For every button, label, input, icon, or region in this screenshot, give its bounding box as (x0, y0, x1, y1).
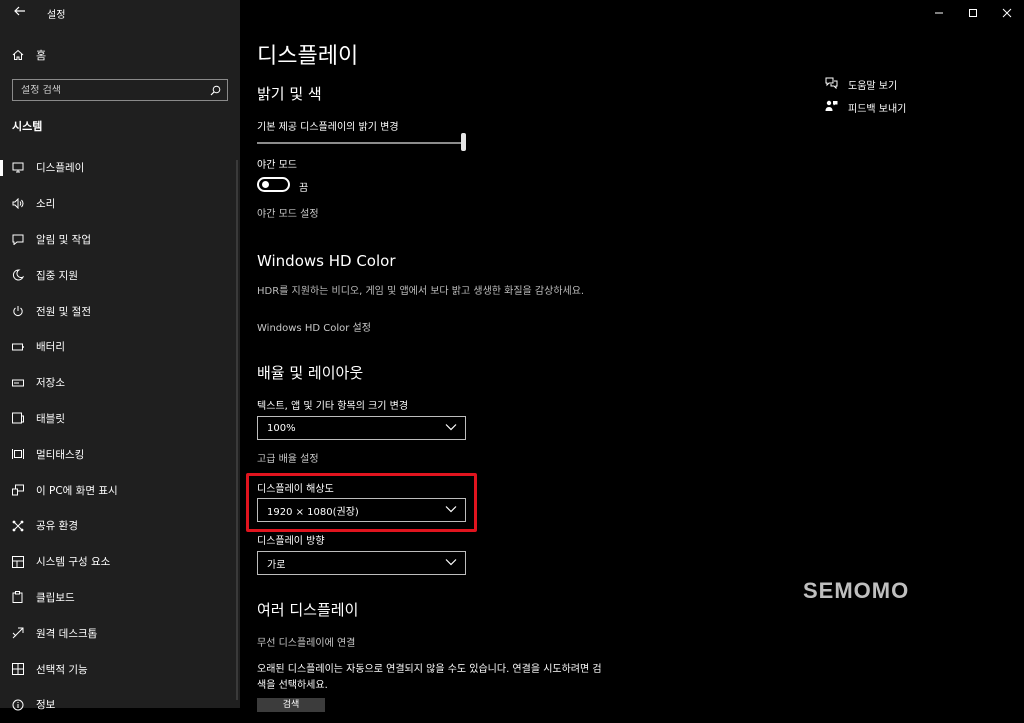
sidebar-item-about[interactable]: 정보 (0, 687, 240, 723)
home-label: 홈 (36, 49, 47, 62)
brightness-slider-thumb[interactable] (461, 133, 466, 151)
sidebar-item-label: 전원 및 절전 (36, 305, 91, 318)
night-light-state: 끔 (299, 183, 309, 194)
feedback-label: 피드백 보내기 (848, 104, 907, 115)
sidebar-item-label: 태블릿 (36, 412, 65, 425)
help-link[interactable]: 도움말 보기 (825, 77, 897, 92)
sidebar-item-multitasking[interactable]: 멀티태스킹 (0, 436, 240, 472)
scale-value: 100% (267, 422, 296, 434)
sidebar-item-shared-experiences[interactable]: 공유 환경 (0, 508, 240, 544)
power-icon (12, 305, 24, 317)
battery-icon (12, 341, 24, 353)
sidebar-item-label: 원격 데스크톱 (36, 627, 98, 640)
orientation-dropdown[interactable]: 가로 (257, 551, 466, 575)
multiple-displays-heading: 여러 디스플레이 (257, 601, 359, 619)
sidebar-item-label: 디스플레이 (36, 162, 85, 175)
tablet-icon (12, 412, 24, 424)
multitask-icon (12, 448, 24, 460)
wireless-display-link[interactable]: 무선 디스플레이에 연결 (257, 634, 355, 649)
sidebar-item-battery[interactable]: 배터리 (0, 329, 240, 365)
orientation-value: 가로 (267, 559, 286, 571)
home-icon (12, 49, 24, 61)
sidebar-item-focus-assist[interactable]: 집중 지원 (0, 257, 240, 293)
sidebar-home[interactable]: 홈 (12, 46, 46, 64)
multiple-displays-description: 오래된 디스플레이는 자동으로 연결되지 않을 수도 있습니다. 연결을 시도하… (257, 664, 602, 691)
brightness-label: 기본 제공 디스플레이의 밝기 변경 (257, 122, 399, 133)
window-title: 설정 (47, 10, 66, 21)
brightness-heading: 밝기 및 색 (257, 85, 322, 103)
night-light-settings-link[interactable]: 야간 모드 설정 (257, 205, 319, 220)
hdr-settings-link[interactable]: Windows HD Color 설정 (257, 319, 371, 334)
settings-search-box[interactable] (12, 79, 228, 101)
detect-button[interactable]: 검색 (257, 698, 325, 712)
notification-icon (12, 233, 24, 245)
sidebar-item-label: 집중 지원 (36, 269, 78, 282)
sidebar-item-label: 멀티태스킹 (36, 448, 85, 461)
page-title: 디스플레이 (257, 44, 359, 69)
scale-dropdown[interactable]: 100% (257, 416, 466, 440)
info-icon (12, 699, 24, 711)
moon-icon (12, 269, 24, 281)
chevron-down-icon (445, 423, 457, 434)
help-label: 도움말 보기 (848, 81, 898, 92)
sidebar-item-power[interactable]: 전원 및 절전 (0, 293, 240, 329)
sidebar-item-label: 배터리 (36, 341, 65, 354)
feedback-person-icon (825, 100, 838, 115)
speaker-icon (12, 198, 24, 210)
sidebar-item-remote-desktop[interactable]: 원격 데스크톱 (0, 615, 240, 651)
sidebar-item-project[interactable]: 이 PC에 화면 표시 (0, 472, 240, 508)
features-icon (12, 663, 24, 676)
sidebar-item-label: 알림 및 작업 (36, 233, 91, 246)
chevron-down-icon (445, 558, 457, 569)
sidebar-item-label: 시스템 구성 요소 (36, 556, 111, 569)
advanced-scaling-link[interactable]: 고급 배율 설정 (257, 450, 319, 465)
help-chat-icon (825, 77, 838, 92)
scale-heading: 배율 및 레이아웃 (257, 364, 364, 382)
toggle-knob (262, 181, 269, 188)
feedback-link[interactable]: 피드백 보내기 (825, 100, 906, 115)
sidebar-item-clipboard[interactable]: 클립보드 (0, 580, 240, 616)
orientation-label: 디스플레이 방향 (257, 536, 325, 547)
main-content: 디스플레이 밝기 및 색 기본 제공 디스플레이의 밝기 변경 야간 모드 끔 … (240, 0, 1024, 712)
brightness-slider-track[interactable] (257, 142, 462, 144)
hdr-description: HDR를 지원하는 비디오, 게임 및 앱에서 보다 밝고 생생한 화질을 감상… (257, 286, 585, 297)
sidebar-section-label: 시스템 (12, 120, 43, 133)
resolution-highlight-box (246, 473, 477, 532)
sidebar-nav: 디스플레이 소리 알림 및 작업 집중 지원 전원 및 절전 배터리 저장소 태… (0, 150, 240, 723)
sidebar-item-label: 정보 (36, 699, 56, 712)
night-light-toggle[interactable] (257, 177, 290, 192)
project-icon (12, 484, 24, 496)
storage-icon (12, 377, 24, 389)
sidebar-item-optional-features[interactable]: 선택적 기능 (0, 651, 240, 687)
sidebar-scrollbar[interactable] (236, 160, 238, 700)
scale-label: 텍스트, 앱 및 기타 항목의 크기 변경 (257, 401, 409, 412)
hdr-heading: Windows HD Color (257, 252, 396, 270)
sidebar-item-system-components[interactable]: 시스템 구성 요소 (0, 544, 240, 580)
sidebar-item-label: 클립보드 (36, 591, 75, 604)
sidebar-item-sound[interactable]: 소리 (0, 186, 240, 222)
sidebar-item-label: 소리 (36, 198, 56, 211)
sidebar-item-tablet[interactable]: 태블릿 (0, 401, 240, 437)
night-light-label: 야간 모드 (257, 160, 297, 171)
sidebar-item-label: 공유 환경 (36, 520, 78, 533)
settings-search-input[interactable] (21, 84, 201, 96)
watermark: SEMOMO (803, 578, 910, 603)
sidebar-item-label: 저장소 (36, 377, 65, 390)
sidebar-item-label: 이 PC에 화면 표시 (36, 484, 118, 497)
sidebar: 설정 홈 시스템 디스플레이 소리 알림 및 작업 집중 지원 (0, 0, 240, 711)
sidebar-item-storage[interactable]: 저장소 (0, 365, 240, 401)
monitor-icon (12, 162, 24, 174)
back-arrow-icon[interactable] (10, 4, 30, 22)
clipboard-icon (12, 591, 24, 604)
sidebar-item-display[interactable]: 디스플레이 (0, 150, 240, 186)
share-icon (12, 520, 24, 532)
remote-icon (12, 627, 24, 639)
sidebar-item-notifications[interactable]: 알림 및 작업 (0, 222, 240, 258)
search-icon[interactable] (210, 81, 221, 100)
sidebar-item-label: 선택적 기능 (36, 663, 88, 676)
components-icon (12, 555, 24, 568)
